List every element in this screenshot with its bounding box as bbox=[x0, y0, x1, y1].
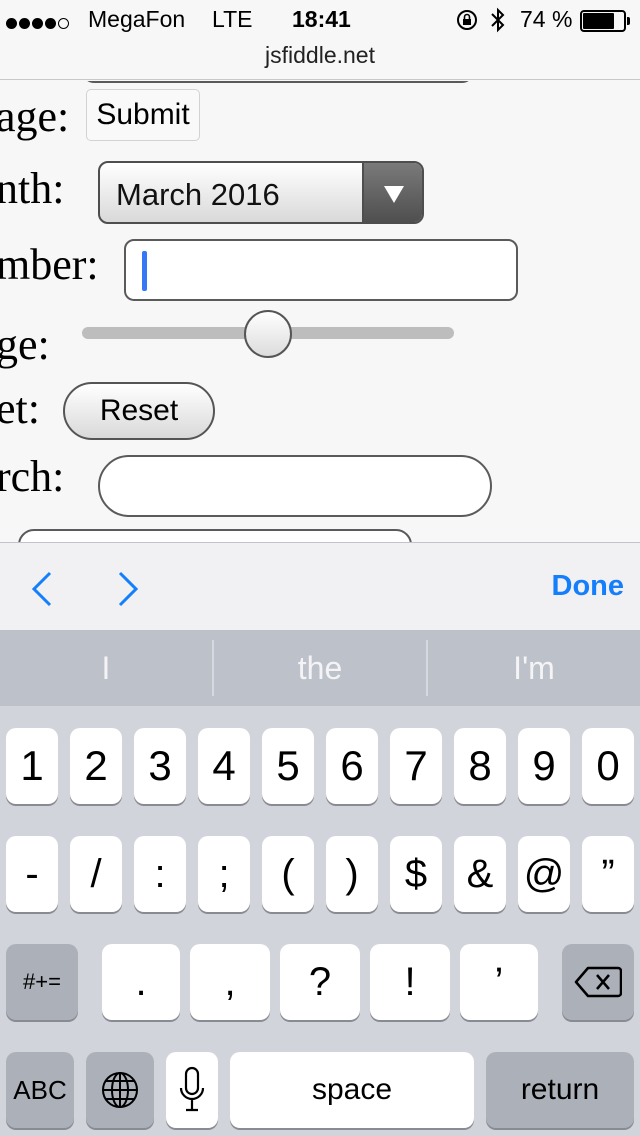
label-range: ge: bbox=[0, 320, 50, 369]
label-search: rch: bbox=[0, 452, 65, 501]
status-bar: MegaFon LTE 18:41 74 % bbox=[0, 0, 640, 40]
key-3[interactable]: 3 bbox=[134, 728, 186, 804]
key-question[interactable]: ? bbox=[280, 944, 360, 1020]
label-reset: et: bbox=[0, 384, 40, 433]
key-9[interactable]: 9 bbox=[518, 728, 570, 804]
key-apostrophe[interactable]: ’ bbox=[460, 944, 538, 1020]
web-content: age: Submit nth: March 2016 mber: ge: et… bbox=[0, 81, 640, 542]
next-field-icon[interactable] bbox=[116, 571, 140, 607]
key-period[interactable]: . bbox=[102, 944, 180, 1020]
key-open-paren[interactable]: ( bbox=[262, 836, 314, 912]
key-colon[interactable]: : bbox=[134, 836, 186, 912]
key-dollar[interactable]: $ bbox=[390, 836, 442, 912]
microphone-icon bbox=[179, 1066, 205, 1112]
key-exclamation[interactable]: ! bbox=[370, 944, 450, 1020]
next-input-partial[interactable] bbox=[18, 529, 412, 542]
key-7[interactable]: 7 bbox=[390, 728, 442, 804]
key-ampersand[interactable]: & bbox=[454, 836, 506, 912]
key-0[interactable]: 0 bbox=[582, 728, 634, 804]
backspace-key[interactable] bbox=[562, 944, 634, 1020]
key-6[interactable]: 6 bbox=[326, 728, 378, 804]
carrier-name: MegaFon bbox=[88, 6, 186, 32]
battery-percent: 74 % bbox=[520, 6, 573, 32]
url-bar[interactable]: jsfiddle.net bbox=[0, 40, 640, 80]
prediction-1[interactable]: I bbox=[0, 630, 212, 706]
phone-screen: MegaFon LTE 18:41 74 % jsfiddle.net age:… bbox=[0, 0, 640, 1136]
key-quote[interactable]: ” bbox=[582, 836, 634, 912]
key-slash[interactable]: / bbox=[70, 836, 122, 912]
globe-icon bbox=[102, 1072, 138, 1108]
previous-field-icon[interactable] bbox=[30, 571, 54, 607]
prediction-3[interactable]: I'm bbox=[428, 630, 640, 706]
done-button[interactable]: Done bbox=[552, 570, 625, 603]
text-caret bbox=[142, 251, 147, 291]
key-4[interactable]: 4 bbox=[198, 728, 250, 804]
dropdown-arrow-icon bbox=[362, 163, 422, 222]
submit-button[interactable]: Submit bbox=[86, 89, 200, 141]
bluetooth-icon bbox=[491, 7, 505, 33]
battery-icon bbox=[580, 10, 630, 32]
return-key[interactable]: return bbox=[486, 1052, 634, 1128]
globe-key[interactable] bbox=[86, 1052, 154, 1128]
key-5[interactable]: 5 bbox=[262, 728, 314, 804]
network-type: LTE bbox=[212, 6, 253, 32]
space-key[interactable]: space bbox=[230, 1052, 474, 1128]
key-close-paren[interactable]: ) bbox=[326, 836, 378, 912]
month-value: March 2016 bbox=[116, 177, 280, 212]
rotation-lock-icon bbox=[457, 10, 477, 30]
key-more-symbols[interactable]: #+= bbox=[6, 944, 78, 1020]
number-input[interactable] bbox=[124, 239, 518, 301]
reset-button[interactable]: Reset bbox=[63, 382, 215, 440]
url-text: jsfiddle.net bbox=[265, 42, 375, 68]
key-2[interactable]: 2 bbox=[70, 728, 122, 804]
month-select[interactable]: March 2016 bbox=[98, 161, 424, 224]
dictation-key[interactable] bbox=[166, 1052, 218, 1128]
key-1[interactable]: 1 bbox=[6, 728, 58, 804]
label-number: mber: bbox=[0, 240, 99, 289]
keyboard-accessory-bar: Done bbox=[0, 542, 640, 630]
key-at[interactable]: @ bbox=[518, 836, 570, 912]
status-time: 18:41 bbox=[292, 6, 351, 32]
range-slider-thumb[interactable] bbox=[244, 310, 292, 358]
key-hyphen[interactable]: - bbox=[6, 836, 58, 912]
onscreen-keyboard: I the I'm 1 2 3 4 5 6 7 8 9 0 - / : ; ( … bbox=[0, 630, 640, 1136]
predictive-bar: I the I'm bbox=[0, 630, 640, 706]
key-comma[interactable]: , bbox=[190, 944, 270, 1020]
signal-strength-icon bbox=[6, 10, 71, 37]
key-8[interactable]: 8 bbox=[454, 728, 506, 804]
label-month: nth: bbox=[0, 164, 65, 213]
backspace-icon bbox=[574, 966, 623, 998]
text-input-partial[interactable] bbox=[82, 81, 474, 83]
key-semicolon[interactable]: ; bbox=[198, 836, 250, 912]
abc-key[interactable]: ABC bbox=[6, 1052, 74, 1128]
search-input[interactable] bbox=[98, 455, 492, 517]
prediction-2[interactable]: the bbox=[214, 630, 426, 706]
label-image: age: bbox=[0, 92, 70, 141]
